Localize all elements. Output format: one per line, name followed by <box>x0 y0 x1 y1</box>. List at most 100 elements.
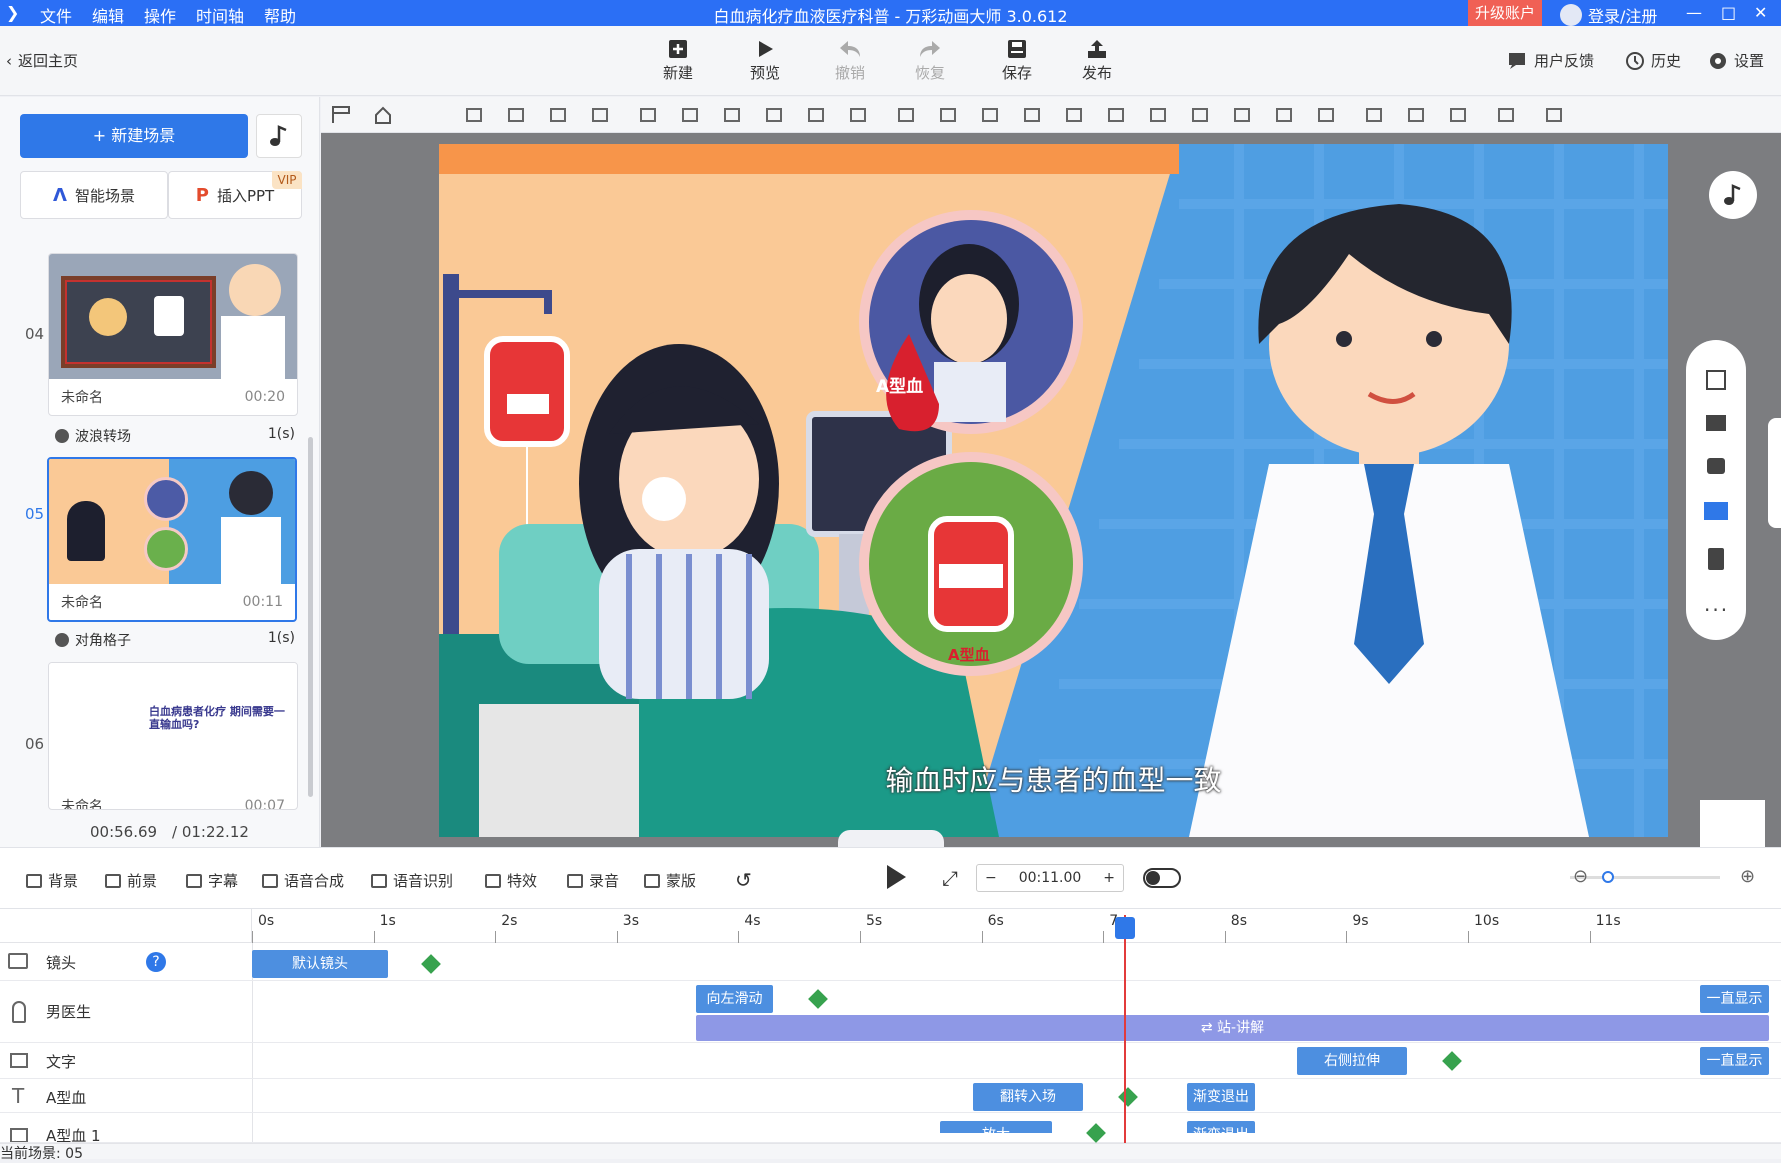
edit-tool-icon[interactable] <box>1316 105 1336 125</box>
zoom-in-icon[interactable]: ⊕ <box>1740 866 1755 887</box>
edit-tool-icon[interactable] <box>1064 105 1084 125</box>
collapse-panel-handle[interactable] <box>1768 418 1781 528</box>
edit-tool-icon[interactable] <box>980 105 1000 125</box>
history-button[interactable]: 历史 <box>1625 50 1681 71</box>
effects-button[interactable]: 特效 <box>485 870 537 891</box>
scene-canvas[interactable]: A型血 A型血 输血时应与患者的血型一致 <box>439 144 1668 837</box>
speech-recognition-button[interactable]: 语音识别 <box>371 870 453 891</box>
lock-icon[interactable] <box>1707 458 1725 474</box>
edit-tool-icon[interactable] <box>1544 105 1564 125</box>
settings-button[interactable]: 设置 <box>1708 50 1764 71</box>
new-button[interactable]: 新建 <box>648 36 708 83</box>
save-button[interactable]: 保存 <box>987 36 1047 83</box>
fullscreen-icon[interactable]: ⤢ <box>942 866 958 890</box>
toggle-switch[interactable] <box>1143 868 1181 888</box>
edit-tool-icon[interactable] <box>680 105 700 125</box>
record-button[interactable]: 录音 <box>567 870 619 891</box>
scene-card-05[interactable]: 未命名 00:11 <box>47 457 297 622</box>
foreground-button[interactable]: 前景 <box>105 870 157 891</box>
upgrade-account-button[interactable]: 升级账户 <box>1468 0 1542 26</box>
edit-tool-icon[interactable] <box>1274 105 1294 125</box>
scene-card-06[interactable]: 白血病患者化疗 期间需要一直输血吗? 未命名 00:07 <box>48 662 298 810</box>
time-input[interactable]: 00:11.00 <box>1019 870 1082 886</box>
scene-card-04[interactable]: 未命名 00:20 <box>48 253 298 416</box>
clip-fade-out[interactable]: 渐变退出 <box>1187 1121 1255 1133</box>
edit-tool-icon[interactable] <box>1106 105 1126 125</box>
subtitle-button[interactable]: 字幕 <box>186 870 238 891</box>
clip-flip-in[interactable]: 翻转入场 <box>973 1083 1083 1111</box>
preview-button[interactable]: 预览 <box>735 36 795 83</box>
fit-screen-icon[interactable] <box>1706 370 1726 390</box>
edit-tool-icon[interactable] <box>764 105 784 125</box>
rotate-icon[interactable] <box>1706 415 1726 431</box>
back-home-button[interactable]: ‹ 返回主页 <box>6 50 78 71</box>
publish-button[interactable]: 发布 <box>1067 36 1127 83</box>
zoom-out-icon[interactable]: ⊖ <box>1573 866 1588 887</box>
maximize-button[interactable]: □ <box>1721 3 1736 22</box>
clip-right-stretch[interactable]: 右侧拉伸 <box>1297 1047 1407 1075</box>
clip-always-show[interactable]: 一直显示 <box>1700 1047 1769 1075</box>
subtitle-caption[interactable]: 输血时应与患者的血型一致 <box>439 759 1668 799</box>
edit-tool-icon[interactable] <box>1190 105 1210 125</box>
edit-tool-icon[interactable] <box>1448 105 1468 125</box>
edit-tool-icon[interactable] <box>1496 105 1516 125</box>
login-button[interactable]: 登录/注册 <box>1560 3 1657 27</box>
canvas-thumbnail-preview[interactable] <box>1700 800 1765 847</box>
clip-fade-out[interactable]: 渐变退出 <box>1187 1083 1255 1111</box>
replay-icon[interactable]: ↺ <box>735 868 752 892</box>
edit-tool-icon[interactable] <box>464 105 484 125</box>
feedback-button[interactable]: 用户反馈 <box>1508 50 1594 71</box>
ai-scene-button[interactable]: Λ 智能场景 <box>20 171 168 219</box>
playhead-handle[interactable] <box>1115 917 1135 939</box>
clip-zoom[interactable]: 放大 <box>940 1121 1052 1133</box>
scene-list-scrollbar[interactable] <box>308 437 313 797</box>
edit-tool-icon[interactable] <box>722 105 742 125</box>
help-icon[interactable]: ? <box>146 952 166 972</box>
phone-icon[interactable] <box>1708 548 1724 570</box>
close-button[interactable]: ✕ <box>1754 3 1767 22</box>
edit-tool-icon[interactable] <box>590 105 610 125</box>
home-icon[interactable] <box>373 105 393 125</box>
tts-button[interactable]: 语音合成 <box>262 870 344 891</box>
new-scene-button[interactable]: + 新建场景 <box>20 114 248 158</box>
edit-tool-icon[interactable] <box>806 105 826 125</box>
play-button[interactable] <box>884 863 908 891</box>
time-plus-button[interactable]: + <box>1103 870 1115 886</box>
minimize-button[interactable]: — <box>1686 3 1702 22</box>
collapse-timeline-button[interactable] <box>838 830 944 847</box>
track-text[interactable]: 文字 <box>0 1043 1781 1079</box>
track-blood-a[interactable]: T A型血 <box>0 1079 1781 1113</box>
undo-button[interactable]: 撤销 <box>820 36 880 83</box>
screen-icon[interactable] <box>1704 502 1728 520</box>
mask-button[interactable]: 蒙版 <box>644 870 696 891</box>
edit-tool-icon[interactable] <box>896 105 916 125</box>
zoom-slider[interactable] <box>1570 876 1720 879</box>
canvas-music-button[interactable] <box>1709 171 1757 219</box>
edit-tool-icon[interactable] <box>1232 105 1252 125</box>
edit-tool-icon[interactable] <box>1406 105 1426 125</box>
zoom-slider-handle[interactable] <box>1602 871 1614 883</box>
clip-slide-left[interactable]: 向左滑动 <box>696 985 773 1013</box>
time-ruler[interactable]: 0s1s2s3s4s5s6s7s8s9s10s11s <box>252 909 1781 943</box>
transition-item[interactable]: 对角格子 1(s) <box>55 630 295 650</box>
edit-tool-icon[interactable] <box>638 105 658 125</box>
clip-default-camera[interactable]: 默认镜头 <box>252 950 388 978</box>
clip-always-show[interactable]: 一直显示 <box>1700 985 1769 1013</box>
time-stepper[interactable]: − 00:11.00 + <box>976 864 1124 892</box>
edit-tool-icon[interactable] <box>1022 105 1042 125</box>
background-button[interactable]: 背景 <box>26 870 78 891</box>
track-blood-a-1[interactable]: A型血 1 <box>0 1113 1781 1143</box>
edit-tool-icon[interactable] <box>848 105 868 125</box>
more-icon[interactable]: ··· <box>1704 598 1729 622</box>
ruler-icon[interactable] <box>331 105 351 125</box>
music-button[interactable] <box>256 114 302 158</box>
edit-tool-icon[interactable] <box>1148 105 1168 125</box>
edit-tool-icon[interactable] <box>548 105 568 125</box>
clip-stand-explain[interactable]: ⇄ 站-讲解 <box>696 1015 1769 1041</box>
redo-button[interactable]: 恢复 <box>900 36 960 83</box>
transition-item[interactable]: 波浪转场 1(s) <box>55 426 295 446</box>
time-minus-button[interactable]: − <box>985 870 997 886</box>
edit-tool-icon[interactable] <box>506 105 526 125</box>
edit-tool-icon[interactable] <box>1364 105 1384 125</box>
edit-tool-icon[interactable] <box>938 105 958 125</box>
